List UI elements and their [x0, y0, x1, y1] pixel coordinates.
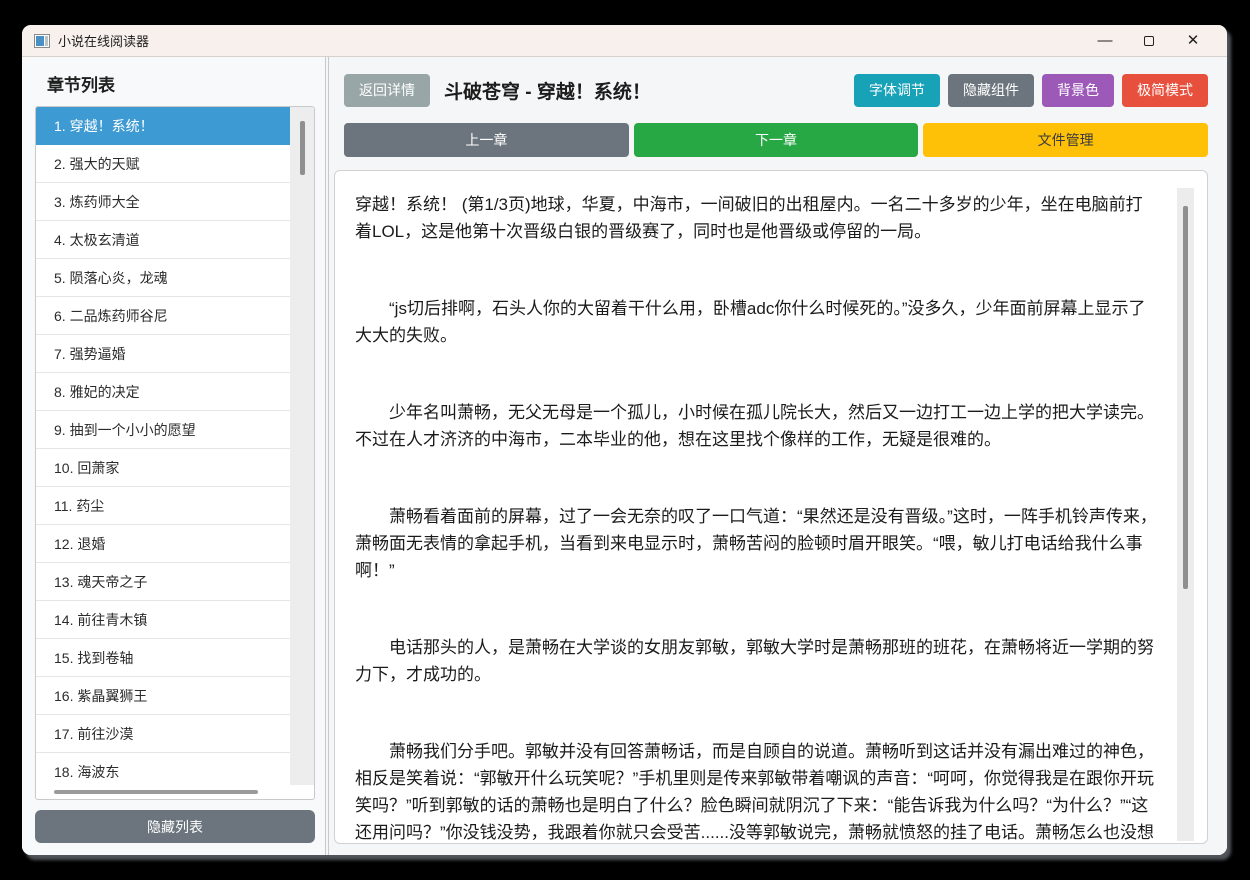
app-icon [34, 33, 50, 48]
novel-paragraph: 少年名叫萧畅，无父无母是一个孤儿，小时候在孤儿院长大，然后又一边打工一边上学的把… [355, 403, 1154, 449]
prev-chapter-button[interactable]: 上一章 [344, 123, 629, 157]
chapter-list-vertical-scrollbar[interactable] [290, 107, 314, 785]
chapter-list-item[interactable]: 6. 二品炼药师谷尼 [36, 297, 290, 335]
chapter-list-item[interactable]: 11. 药尘 [36, 487, 290, 525]
chapter-list-title: 章节列表 [47, 76, 115, 95]
reader-vertical-scrollbar-thumb[interactable] [1183, 206, 1188, 589]
book-chapter-title: 斗破苍穹 - 穿越！系统！ [444, 81, 651, 103]
chapter-list-item[interactable]: 7. 强势逼婚 [36, 335, 290, 373]
reader-vertical-scrollbar[interactable] [1177, 188, 1194, 841]
novel-text: 穿越！系统！ (第1/3页)地球，华夏，中海市，一间破旧的出租屋内。一名二十多岁… [335, 171, 1207, 843]
chapter-list-item[interactable]: 8. 雅妃的决定 [36, 373, 290, 411]
background-color-button[interactable]: 背景色 [1042, 73, 1114, 107]
next-chapter-button[interactable]: 下一章 [633, 123, 919, 157]
chapter-list-item[interactable]: 16. 紫晶翼狮王 [36, 677, 290, 715]
minimal-mode-button[interactable]: 极简模式 [1122, 73, 1208, 107]
chapter-list-item[interactable]: 4. 太极玄清道 [36, 221, 290, 259]
desktop-background: 小说在线阅读器 — ✕ 章节列表 1. 穿越！系统！ 2. 强大的天赋 3. 炼药师… [0, 0, 1250, 880]
chapter-list-item[interactable]: 9. 抽到一个小小的愿望 [36, 411, 290, 449]
chapter-list-item[interactable]: 2. 强大的天赋 [36, 145, 290, 183]
maximize-icon [1144, 36, 1154, 47]
chapter-list-item[interactable]: 5. 陨落心炎，龙魂 [36, 259, 290, 297]
novel-paragraph: 穿越！系统！ (第1/3页)地球，华夏，中海市，一间破旧的出租屋内。一名二十多岁… [355, 195, 1143, 241]
reader-pane[interactable]: 穿越！系统！ (第1/3页)地球，华夏，中海市，一间破旧的出租屋内。一名二十多岁… [334, 170, 1208, 844]
chapter-list-vertical-scrollbar-thumb[interactable] [300, 121, 305, 175]
back-to-details-button[interactable]: 返回详情 [344, 73, 430, 107]
minimize-button[interactable]: — [1083, 25, 1127, 56]
maximize-button[interactable] [1127, 25, 1171, 56]
chapter-sidebar: 章节列表 1. 穿越！系统！ 2. 强大的天赋 3. 炼药师大全 4. 太极玄清道 5.… [22, 57, 326, 855]
hide-list-button[interactable]: 隐藏列表 [35, 810, 315, 843]
window-controls: — ✕ [1083, 25, 1215, 56]
novel-paragraph: 电话那头的人，是萧畅在大学谈的女朋友郭敏，郭敏大学时是萧畅那班的班花，在萧畅将近… [355, 638, 1154, 684]
app-body: 章节列表 1. 穿越！系统！ 2. 强大的天赋 3. 炼药师大全 4. 太极玄清道 5.… [22, 56, 1227, 855]
chapter-list-horizontal-scrollbar[interactable] [36, 785, 290, 799]
chapter-list: 1. 穿越！系统！ 2. 强大的天赋 3. 炼药师大全 4. 太极玄清道 5. 陨落心炎… [35, 106, 315, 800]
reader-main: 返回详情 斗破苍穹 - 穿越！系统！ 字体调节 隐藏组件 背景色 极简模式 上一… [328, 57, 1227, 855]
novel-paragraph: 萧畅看着面前的屏幕，过了一会无奈的叹了一口气道：“果然还是没有晋级。”这时，一阵… [355, 507, 1157, 580]
chapter-nav-row: 上一章 下一章 文件管理 [344, 123, 1209, 157]
chapter-list-item[interactable]: 15. 找到卷轴 [36, 639, 290, 677]
novel-paragraph: “js切后排啊，石头人你的大留着干什么用，卧槽adc你什么时候死的。”没多久，少… [355, 299, 1146, 345]
file-manager-button[interactable]: 文件管理 [923, 123, 1209, 157]
titlebar: 小说在线阅读器 — ✕ [22, 25, 1227, 56]
app-window: 小说在线阅读器 — ✕ 章节列表 1. 穿越！系统！ 2. 强大的天赋 3. 炼药师… [22, 25, 1227, 855]
chapter-list-item[interactable]: 14. 前往青木镇 [36, 601, 290, 639]
chapter-list-item[interactable]: 10. 回萧家 [36, 449, 290, 487]
close-button[interactable]: ✕ [1171, 25, 1215, 56]
chapter-list-item[interactable]: 1. 穿越！系统！ [36, 107, 290, 145]
chapter-list-horizontal-scrollbar-thumb[interactable] [54, 790, 258, 794]
chapter-list-item[interactable]: 13. 魂天帝之子 [36, 563, 290, 601]
hide-components-button[interactable]: 隐藏组件 [948, 73, 1034, 107]
chapter-list-item[interactable]: 17. 前往沙漠 [36, 715, 290, 753]
reader-toolbar: 返回详情 斗破苍穹 - 穿越！系统！ 字体调节 隐藏组件 背景色 极简模式 [344, 73, 1208, 107]
novel-paragraph: 萧畅我们分手吧。郭敏并没有回答萧畅话，而是自顾自的说道。萧畅听到这话并没有漏出难… [355, 742, 1154, 842]
font-adjust-button[interactable]: 字体调节 [854, 73, 940, 107]
chapter-list-item[interactable]: 3. 炼药师大全 [36, 183, 290, 221]
app-title: 小说在线阅读器 [58, 34, 150, 49]
chapter-list-item[interactable]: 12. 退婚 [36, 525, 290, 563]
